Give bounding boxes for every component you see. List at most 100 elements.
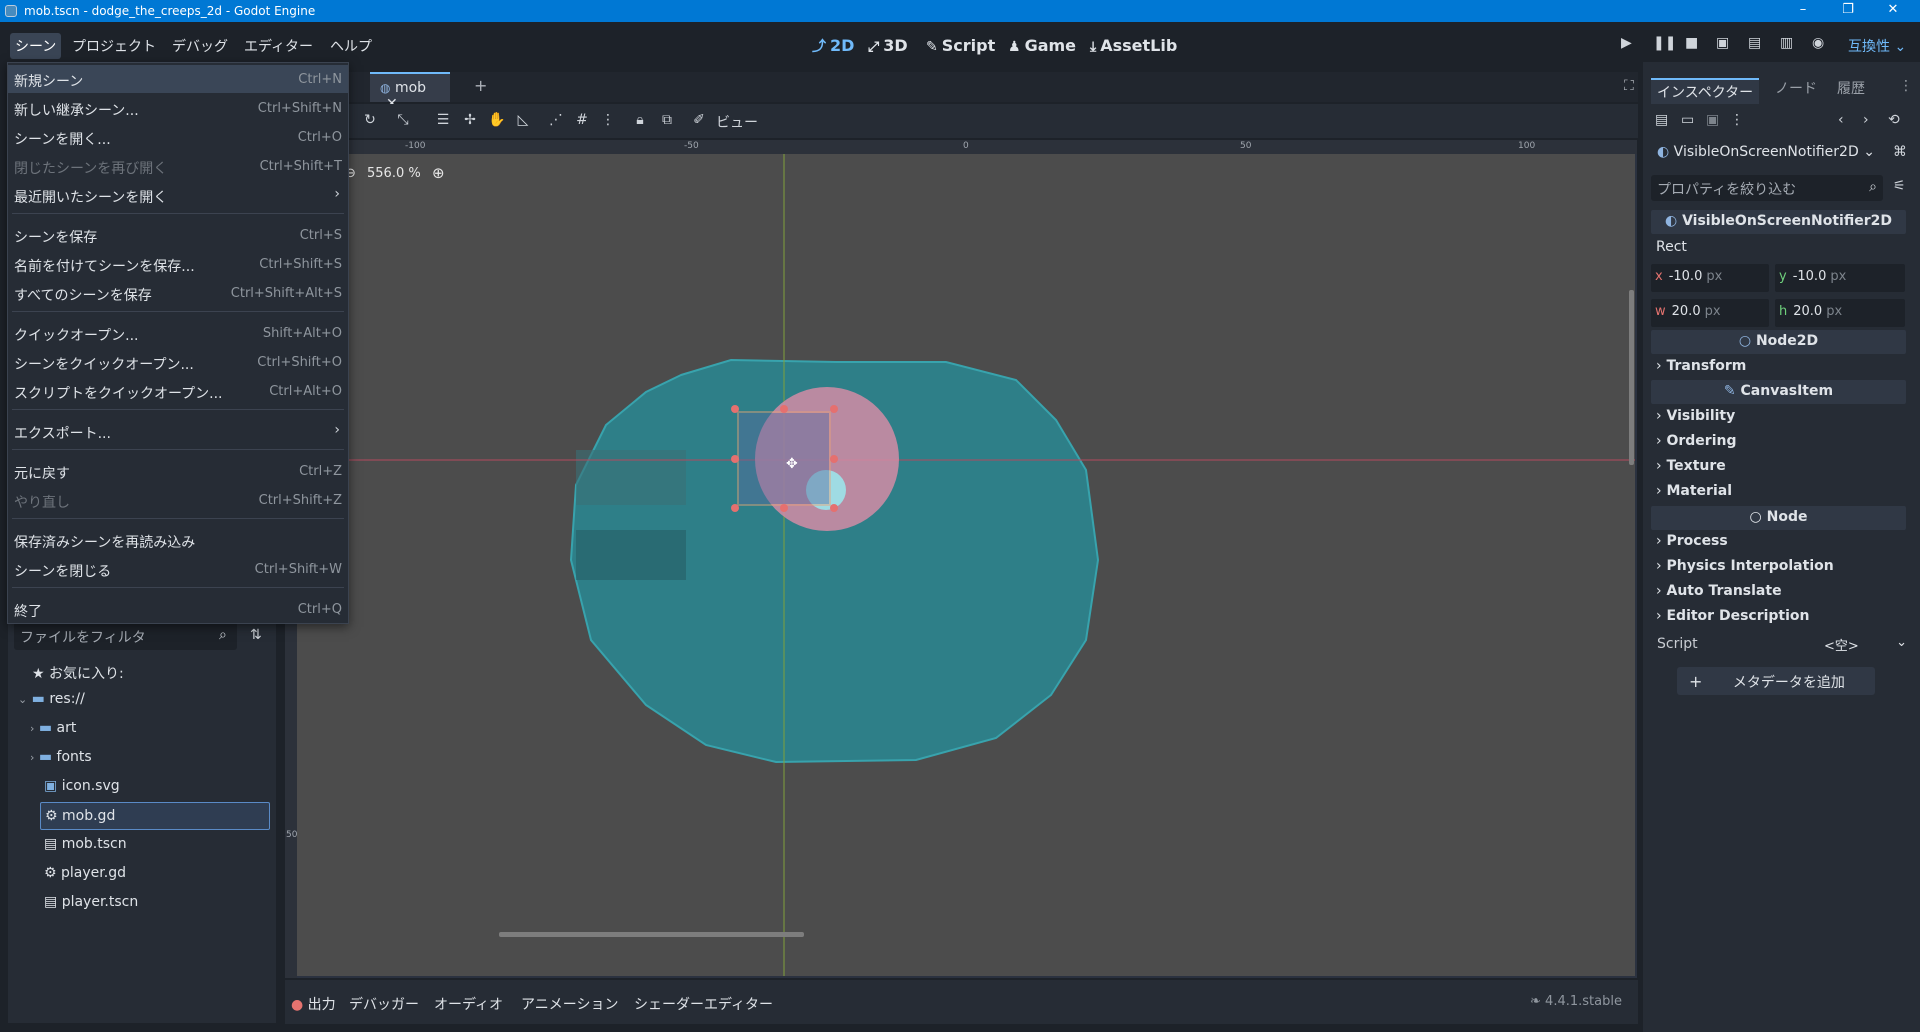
stop-icon[interactable]: ■ xyxy=(1685,35,1698,51)
property-filter-input[interactable]: プロパティを絞り込む ⌕ xyxy=(1651,175,1883,201)
script-selector[interactable]: <空> ⌄ xyxy=(1808,632,1913,656)
distraction-free-icon[interactable]: ⛶ xyxy=(1614,72,1644,102)
menu-item-new-scene[interactable]: 新規シーン Ctrl+N xyxy=(8,65,348,93)
zoom-level[interactable]: 556.0 % xyxy=(367,166,421,181)
menu-item-export[interactable]: エクスポート... › xyxy=(8,417,348,445)
editor-description-section[interactable]: › Editor Description xyxy=(1656,608,1810,624)
object-history-icon[interactable]: ⟲ xyxy=(1888,112,1900,128)
lock-icon[interactable]: 🔒︎ xyxy=(630,112,650,130)
notifier-rect[interactable] xyxy=(737,411,831,506)
menu-item-save-all-scenes[interactable]: すべてのシーンを保存 Ctrl+Shift+Alt+S xyxy=(8,279,348,307)
menu-item-reload-saved-scene[interactable]: 保存済みシーンを再読み込み xyxy=(8,526,348,554)
docs-icon[interactable]: ⌘ xyxy=(1893,144,1907,160)
zoom-in-icon[interactable]: ⊕ xyxy=(432,164,445,182)
file-item-player-tscn[interactable]: ▤ player.tscn xyxy=(44,889,138,917)
menu-item-quick-open-script[interactable]: スクリプトをクイックオープン... Ctrl+Alt+O xyxy=(8,377,348,405)
menu-item-undo[interactable]: 元に戻す Ctrl+Z xyxy=(8,457,348,485)
add-scene-tab-button[interactable]: + xyxy=(464,72,497,102)
movie-maker-icon[interactable]: ◉ xyxy=(1812,35,1824,51)
transform-section[interactable]: › Transform xyxy=(1656,358,1746,374)
tab-history[interactable]: 履歴 xyxy=(1837,78,1865,98)
file-item-art[interactable]: › ▬ art xyxy=(30,715,76,743)
texture-section[interactable]: › Texture xyxy=(1656,458,1726,474)
menu-item-new-inherited-scene[interactable]: 新しい継承シーン... Ctrl+Shift+N xyxy=(8,94,348,122)
process-section[interactable]: › Process xyxy=(1656,533,1728,549)
tab-shader-editor[interactable]: シェーダーエディター xyxy=(634,994,773,1014)
bone-icon[interactable]: ✐ xyxy=(689,112,709,130)
close-window-button[interactable]: ✕ xyxy=(1873,2,1913,17)
vertical-scrollbar[interactable] xyxy=(1629,290,1634,465)
remote-debug-icon[interactable]: ▣ xyxy=(1716,35,1729,51)
history-back-icon[interactable]: ‹ xyxy=(1838,112,1844,128)
3d-workspace-button[interactable]: ⤢ 3D xyxy=(868,36,908,55)
material-section[interactable]: › Material xyxy=(1656,483,1732,499)
favorites-item[interactable]: ★ お気に入り: xyxy=(32,658,124,686)
horizontal-scrollbar[interactable] xyxy=(499,932,804,937)
file-item-mob-tscn[interactable]: ▤ mob.tscn xyxy=(44,831,127,859)
menu-item-close-scene[interactable]: シーンを閉じる Ctrl+Shift+W xyxy=(8,555,348,583)
menu-item-quick-open[interactable]: クイックオープン... Shift+Alt+O xyxy=(8,319,348,347)
tab-node[interactable]: ノード xyxy=(1775,78,1817,98)
menu-item-open-recent[interactable]: 最近開いたシーンを開く › xyxy=(8,181,348,209)
history-forward-icon[interactable]: › xyxy=(1863,112,1869,128)
tab-debugger[interactable]: デバッガー xyxy=(349,994,419,1014)
property-options-icon[interactable]: ⚟ xyxy=(1893,178,1906,194)
rect-x-field[interactable]: x -10.0 px xyxy=(1651,264,1769,292)
menu-item-save-scene-as[interactable]: 名前を付けてシーンを保存... Ctrl+Shift+S xyxy=(8,250,348,278)
add-metadata-button[interactable]: + メタデータを追加 xyxy=(1677,667,1875,695)
2d-workspace-button[interactable]: ⤴ 2D xyxy=(812,36,854,56)
physics-interpolation-section[interactable]: › Physics Interpolation xyxy=(1656,558,1834,574)
tab-animation[interactable]: アニメーション xyxy=(521,994,618,1014)
rotate-mode-icon[interactable]: ↻ xyxy=(360,112,380,130)
menu-debug[interactable]: デバッグ xyxy=(167,33,233,59)
script-workspace-button[interactable]: ✎ Script xyxy=(926,36,995,55)
play-custom-scene-icon[interactable]: ▥ xyxy=(1780,35,1793,51)
pivot-mode-icon[interactable]: ✢ xyxy=(460,112,480,130)
minimize-button[interactable]: – xyxy=(1783,2,1823,17)
assetlib-workspace-button[interactable]: ⤓ AssetLib xyxy=(1090,36,1177,55)
group-icon[interactable]: ⧉ xyxy=(657,112,677,130)
save-icon[interactable]: ▣ xyxy=(1706,112,1719,128)
maximize-button[interactable]: ❐ xyxy=(1828,2,1868,17)
auto-translate-section[interactable]: › Auto Translate xyxy=(1656,583,1782,599)
open-folder-icon[interactable]: ▭ xyxy=(1681,112,1694,128)
menu-editor[interactable]: エディター xyxy=(239,33,318,59)
file-item-icon-svg[interactable]: ▣ icon.svg xyxy=(44,773,120,801)
rect-h-field[interactable]: h 20.0 px xyxy=(1775,299,1905,327)
view-menu-button[interactable]: ビュー xyxy=(716,112,766,131)
smart-snap-icon[interactable]: ⋰ xyxy=(546,112,566,130)
tab-output[interactable]: ● 出力 xyxy=(291,994,336,1014)
rect-w-field[interactable]: w 20.0 px xyxy=(1651,299,1769,327)
visibility-section[interactable]: › Visibility xyxy=(1656,408,1735,424)
game-workspace-button[interactable]: ♟ Game xyxy=(1008,36,1076,55)
menu-item-quit[interactable]: 終了 Ctrl+Q xyxy=(8,595,348,623)
sort-icon[interactable]: ⇅ xyxy=(250,627,262,643)
more-icon[interactable]: ⋮ xyxy=(1899,78,1913,94)
menu-item-redo[interactable]: やり直し Ctrl+Shift+Z xyxy=(8,486,348,514)
tab-inspector[interactable]: インスペクター xyxy=(1651,78,1760,104)
file-item-fonts[interactable]: › ▬ fonts xyxy=(30,744,92,772)
tab-mob[interactable]: ◍ mob ✕ xyxy=(370,72,450,112)
play-scene-icon[interactable]: ▤ xyxy=(1748,35,1761,51)
menu-scene[interactable]: シーン xyxy=(10,33,62,59)
menu-item-quick-open-scene[interactable]: シーンをクイックオープン... Ctrl+Shift+O xyxy=(8,348,348,376)
grid-snap-icon[interactable]: # xyxy=(572,112,592,130)
list-select-icon[interactable]: ☰ xyxy=(433,112,453,130)
snap-options-icon[interactable]: ⋮ xyxy=(598,112,618,130)
node-type-selector[interactable]: ◐ VisibleOnScreenNotifier2D ⌄ xyxy=(1651,140,1881,166)
play-icon[interactable]: ▶ xyxy=(1621,35,1632,51)
renderer-selector[interactable]: 互換性 ⌄ xyxy=(1848,36,1906,56)
res-root-item[interactable]: ⌄ ▬ res:// xyxy=(18,686,85,714)
rect-y-field[interactable]: y -10.0 px xyxy=(1775,264,1905,292)
scale-mode-icon[interactable]: ⤡ xyxy=(393,112,413,130)
ordering-section[interactable]: › Ordering xyxy=(1656,433,1737,449)
menu-help[interactable]: ヘルプ xyxy=(325,33,377,59)
menu-project[interactable]: プロジェクト xyxy=(67,33,161,59)
menu-item-open-scene[interactable]: シーンを開く... Ctrl+O xyxy=(8,123,348,151)
tab-audio[interactable]: オーディオ xyxy=(434,994,503,1014)
file-filter-input[interactable]: ファイルをフィルタ xyxy=(14,622,237,650)
pause-icon[interactable]: ❚❚ xyxy=(1653,35,1676,51)
file-item-mob-gd[interactable]: ⚙ mob.gd xyxy=(40,802,270,830)
2d-viewport[interactable]: ✥ xyxy=(285,140,1637,978)
new-resource-icon[interactable]: ▤ xyxy=(1655,112,1668,128)
